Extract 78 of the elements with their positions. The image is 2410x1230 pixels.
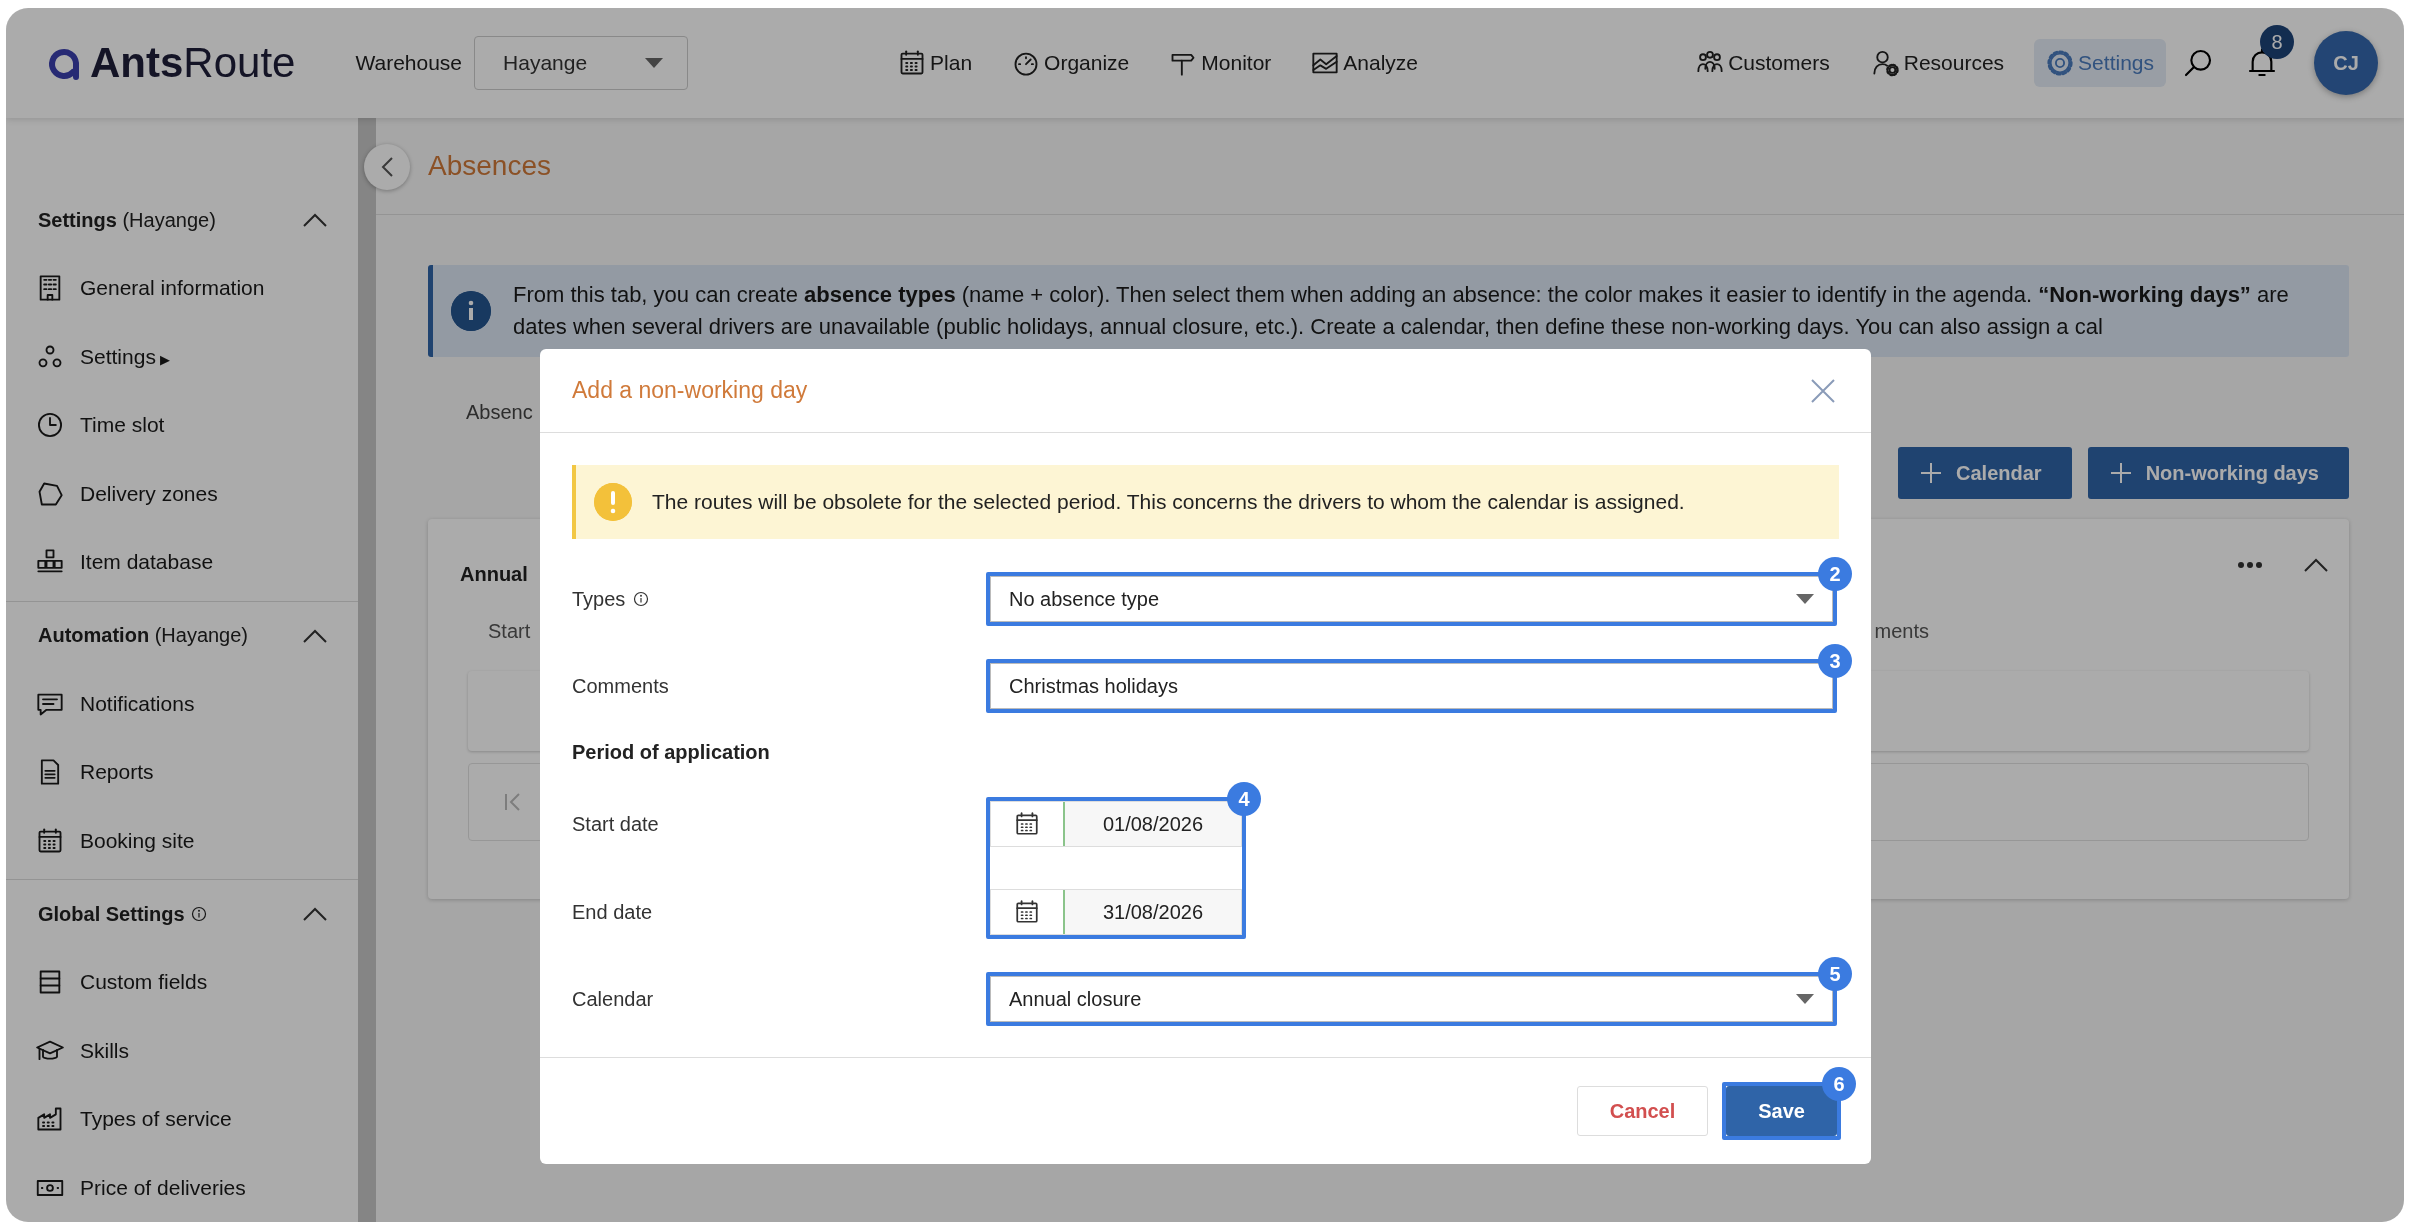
section-heading: Period of application [572, 741, 771, 764]
column-header: Start [488, 620, 531, 643]
bell-icon [2246, 47, 2278, 79]
callout-badge: 5 [1818, 957, 1852, 991]
user-avatar[interactable]: CJ [2314, 31, 2378, 95]
add-button[interactable]: Calendar [1898, 447, 2072, 499]
section-title: Settings (Hayange) [38, 208, 216, 232]
field-label: Calendar [572, 987, 655, 1011]
sidebar-item[interactable]: Types of service [6, 1085, 358, 1154]
logo[interactable]: AntsRoute [46, 39, 296, 87]
info-icon [633, 591, 650, 607]
callout-badge: 4 [1227, 782, 1261, 816]
dropdown-value: No absence type [1009, 587, 1160, 611]
more-icon[interactable] [2237, 560, 2263, 569]
sidebar-item[interactable]: Price of deliveries [6, 1153, 358, 1222]
banner-text: From this tab, you can create absence types (name + color). Then select them when adding an absence: the color makes it easier to identify in the agenda. “Non-working days” are dates when several drivers are unavailable (public holidays, annual closure, etc.). Create a calendar, then define these non-working days. You can also assign a cal [513, 281, 2290, 341]
callout-badge: 6 [1822, 1067, 1856, 1101]
collapse-button[interactable] [364, 144, 410, 190]
date-value: 31/08/2026 [1064, 890, 1241, 934]
warning-text: The routes will be obsolete for the selected period. This concerns the drivers to whom the calendar is assigned. [652, 490, 1685, 514]
warehouse-label: Warehouse [355, 51, 463, 75]
field-label: Types [572, 587, 986, 611]
sidebar-item[interactable]: Delivery zones [6, 459, 358, 528]
warning-icon [594, 483, 632, 521]
callout-badge: 3 [1818, 644, 1852, 678]
caret-icon [1796, 594, 1814, 604]
field-label: Comments [572, 674, 670, 698]
chevron-icon[interactable] [302, 627, 328, 644]
chevron-icon[interactable] [2303, 556, 2329, 573]
chevron-icon[interactable] [302, 906, 328, 922]
sidebar-item[interactable]: General information [6, 254, 358, 323]
notification-badge: 8 [2260, 25, 2294, 59]
gear-icon [2046, 49, 2075, 77]
calendar-icon [36, 826, 64, 855]
sidebar-item[interactable]: Reports [6, 738, 358, 807]
callout-badge: 2 [1818, 557, 1852, 591]
add-button[interactable]: Non-working days [2087, 447, 2349, 499]
nav-item[interactable]: Plan [898, 49, 973, 77]
warehouse-dropdown[interactable]: Hayange [474, 36, 689, 90]
tab[interactable]: Absenc [466, 401, 533, 423]
sidebar-item[interactable]: Time slot [6, 391, 358, 460]
chevron-left-icon [380, 156, 394, 178]
nav-item[interactable]: Organize [1012, 49, 1130, 77]
info-icon [190, 906, 207, 922]
sidebar-item[interactable]: Item database [6, 528, 358, 597]
sidebar-item[interactable]: Notifications [6, 669, 358, 738]
clock-icon [36, 411, 64, 440]
date-value: 01/08/2026 [1064, 802, 1241, 846]
page-title: Absences [428, 150, 551, 182]
column-header: ments [1874, 620, 1929, 643]
field-label: Start date [572, 811, 660, 837]
info-icon [451, 291, 491, 331]
dialog-title: Add a non-working day [572, 377, 808, 404]
nav-item[interactable]: Monitor [1169, 49, 1272, 77]
person-gear-icon [1871, 49, 1900, 77]
card-title: Annual [460, 563, 528, 586]
sidebar-item[interactable]: Custom fields [6, 948, 358, 1017]
caret-icon [645, 58, 664, 68]
dropdown-value: Annual closure [1009, 987, 1142, 1011]
date-field[interactable]: 31/08/2026 [990, 889, 1242, 935]
sidebar-item[interactable]: Settings ▶ [6, 322, 358, 391]
calendar-icon [1014, 811, 1040, 837]
nav-item[interactable]: Customers [1684, 39, 1842, 87]
sidebar-item[interactable]: Skills [6, 1016, 358, 1085]
field-label: End date [572, 899, 654, 925]
plus-icon [2109, 462, 2132, 484]
calendar-icon [1014, 899, 1040, 925]
section-title: Global Settings [38, 902, 207, 926]
sidebar-item[interactable]: Booking site [6, 806, 358, 875]
caret-icon [1796, 994, 1814, 1004]
search-icon [2182, 47, 2214, 79]
section-title: Automation (Hayange) [38, 624, 249, 647]
chevron-icon[interactable] [302, 212, 328, 228]
cancel-button[interactable]: Cancel [1576, 1086, 1709, 1136]
plus-icon [1920, 462, 1943, 484]
nav-item[interactable]: Resources [1859, 39, 2017, 87]
scrollbar[interactable] [358, 118, 376, 1222]
nav-item[interactable]: Analyze [1311, 49, 1419, 77]
